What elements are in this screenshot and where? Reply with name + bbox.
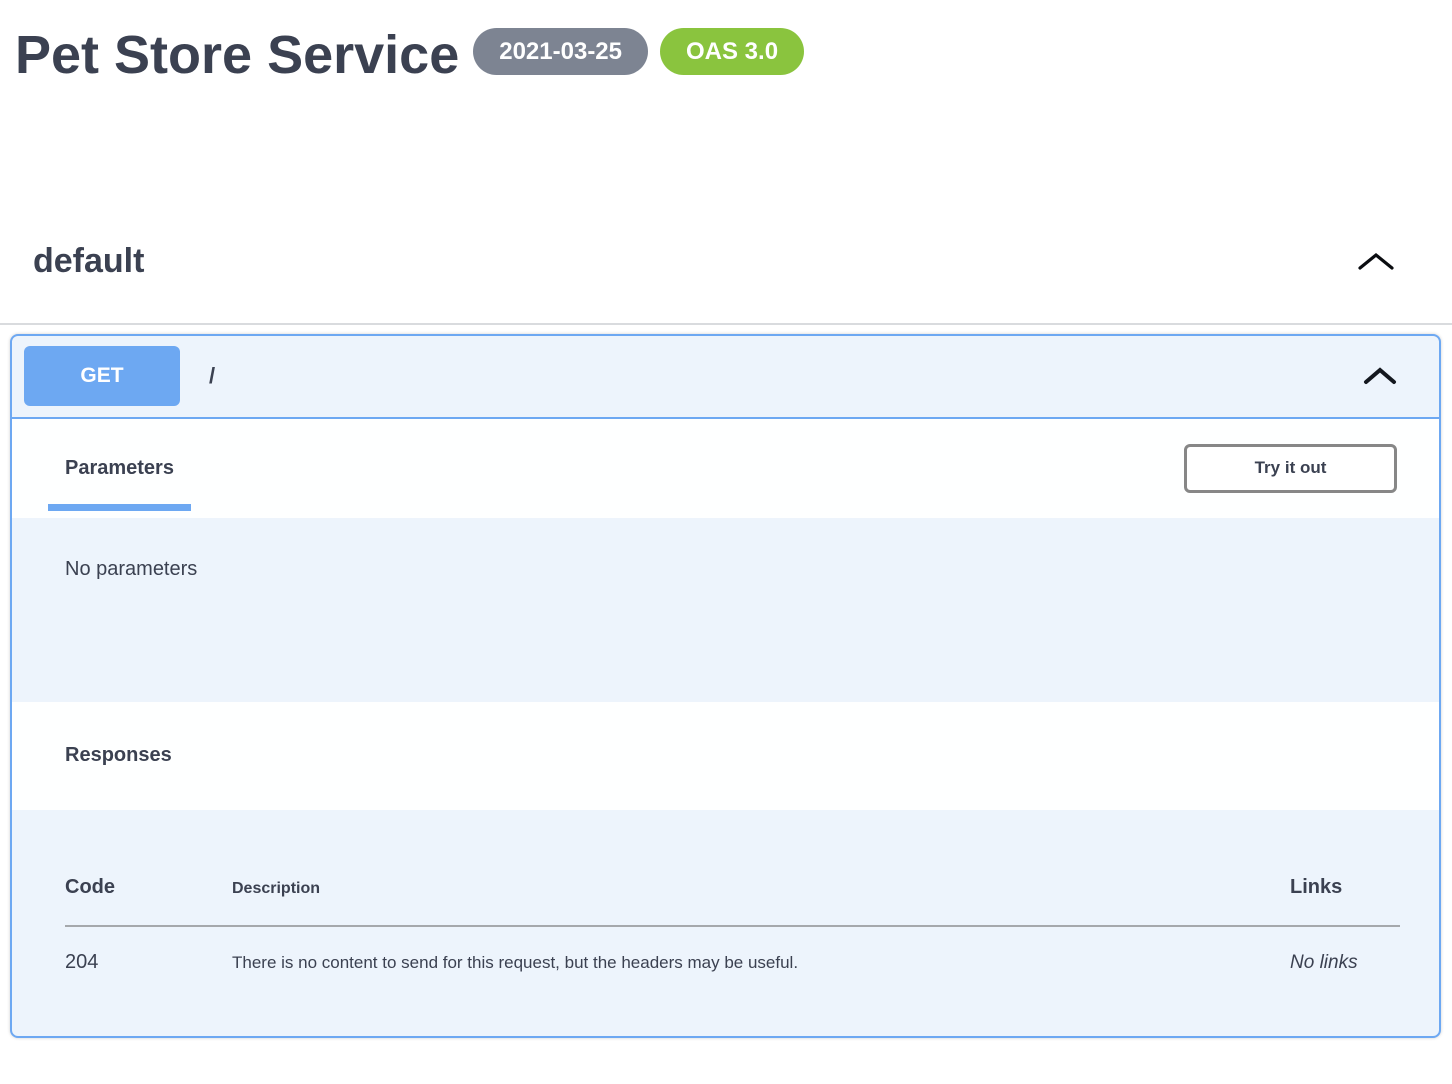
operation-summary[interactable]: GET /	[12, 336, 1439, 419]
http-method-badge: GET	[24, 346, 180, 406]
tab-parameters[interactable]: Parameters	[48, 457, 191, 480]
api-header: Pet Store Service 2021-03-25 OAS 3.0	[0, 0, 1452, 90]
oas-version-badge: OAS 3.0	[660, 28, 804, 75]
column-header-description: Description	[232, 880, 1290, 898]
operation-path: /	[209, 363, 215, 389]
response-links: No links	[1290, 952, 1400, 974]
responses-body: Code Description Links 204 There is no c…	[12, 810, 1439, 1036]
page-title: Pet Store Service	[15, 22, 459, 90]
parameters-section-header: Parameters Try it out	[12, 419, 1439, 518]
no-parameters-message: No parameters	[65, 558, 197, 580]
responses-section-header: Responses	[12, 702, 1439, 810]
column-header-code: Code	[65, 876, 232, 899]
tag-section-toggle[interactable]: default	[0, 242, 1452, 325]
version-badge: 2021-03-25	[473, 28, 648, 75]
response-description: There is no content to send for this req…	[232, 953, 1290, 973]
parameters-body: No parameters	[12, 518, 1439, 702]
responses-table-header: Code Description Links	[65, 810, 1400, 899]
responses-title: Responses	[65, 744, 172, 767]
badge-group: 2021-03-25 OAS 3.0	[473, 28, 804, 75]
chevron-up-icon[interactable]	[1363, 367, 1397, 385]
column-header-links: Links	[1290, 876, 1400, 899]
try-it-out-button[interactable]: Try it out	[1184, 444, 1397, 493]
operation-block-get: GET / Parameters Try it out No parameter…	[10, 334, 1441, 1038]
response-code: 204	[65, 951, 232, 974]
tag-section-title: default	[33, 242, 144, 281]
table-row: 204 There is no content to send for this…	[65, 927, 1400, 1036]
chevron-up-icon[interactable]	[1357, 252, 1395, 271]
